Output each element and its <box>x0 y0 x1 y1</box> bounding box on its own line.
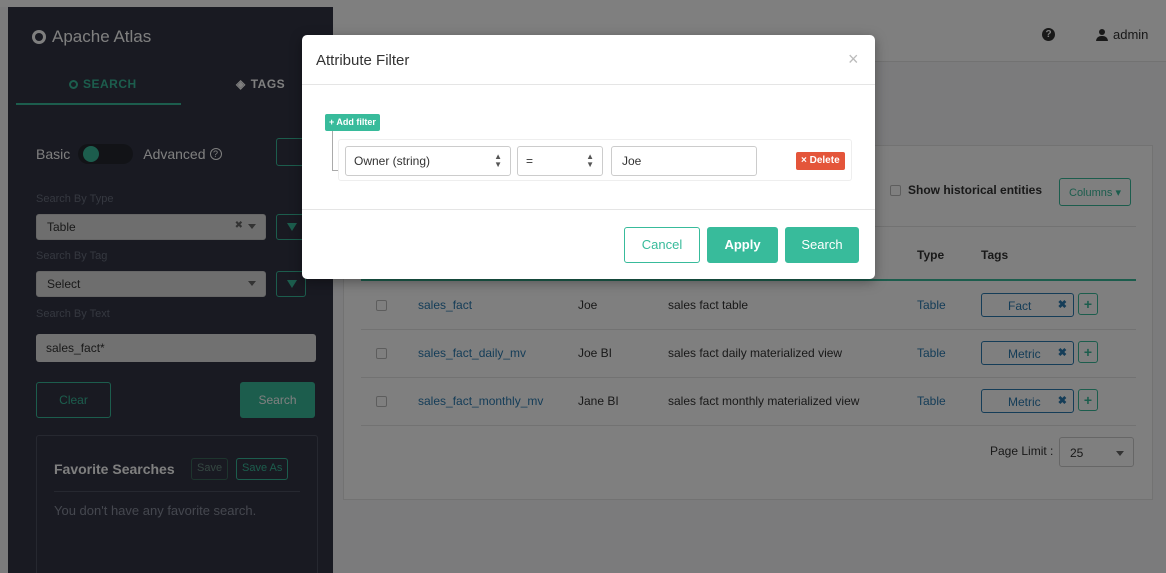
divider <box>302 84 875 85</box>
attribute-filter-modal: Attribute Filter × + Add filter Owner (s… <box>302 35 875 279</box>
attribute-select-value: Owner (string) <box>354 154 431 168</box>
filter-value-input[interactable]: Joe <box>611 146 757 176</box>
up-down-arrows-icon: ▲ ▼ <box>586 152 594 169</box>
divider <box>302 209 875 210</box>
attribute-select[interactable]: Owner (string) ▲ ▼ <box>345 146 511 176</box>
filter-rule: Owner (string) ▲ ▼ = ▲ ▼ Joe × Delete <box>338 139 852 181</box>
operator-select-value: = <box>526 154 534 168</box>
cancel-button[interactable]: Cancel <box>624 227 700 263</box>
delete-rule-button[interactable]: × Delete <box>796 152 845 170</box>
apply-button[interactable]: Apply <box>707 227 778 263</box>
up-down-arrows-icon: ▲ ▼ <box>494 152 502 169</box>
modal-title: Attribute Filter <box>316 52 410 69</box>
add-filter-button[interactable]: + Add filter <box>325 114 380 131</box>
operator-select[interactable]: = ▲ ▼ <box>517 146 603 176</box>
close-icon[interactable]: × <box>848 49 859 70</box>
search-button[interactable]: Search <box>785 227 859 263</box>
